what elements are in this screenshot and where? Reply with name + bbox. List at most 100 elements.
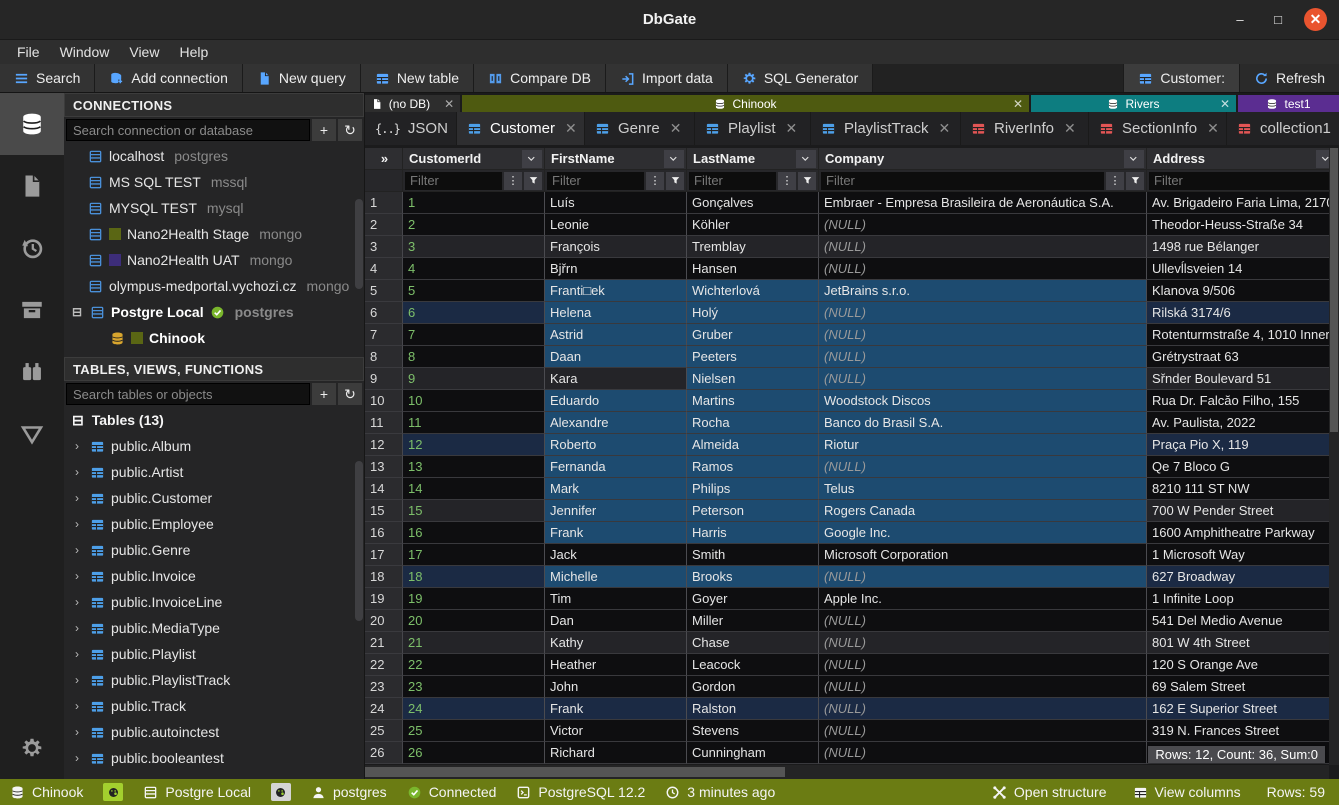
cell-firstname[interactable]: Heather bbox=[545, 654, 687, 676]
cell-firstname[interactable]: Daan bbox=[545, 346, 687, 368]
column-dropdown-button[interactable] bbox=[1124, 150, 1144, 168]
cell-lastname[interactable]: Cunningham bbox=[687, 742, 819, 764]
cell-company[interactable]: (NULL) bbox=[819, 632, 1147, 654]
expand-icon[interactable]: › bbox=[70, 673, 84, 687]
cell-lastname[interactable]: Harris bbox=[687, 522, 819, 544]
widget-plugins-button[interactable] bbox=[0, 341, 64, 403]
close-tab-icon[interactable]: ✕ bbox=[1207, 120, 1219, 137]
cell-customerid[interactable]: 4 bbox=[403, 258, 545, 280]
cell-company[interactable]: (NULL) bbox=[819, 346, 1147, 368]
expand-icon[interactable]: › bbox=[70, 465, 84, 479]
db-group-tab--no-db-[interactable]: (no DB)✕ bbox=[365, 95, 460, 112]
cell-address[interactable]: 319 N. Frances Street bbox=[1147, 720, 1339, 742]
row-number[interactable]: 2 bbox=[365, 214, 403, 236]
palette-icon[interactable] bbox=[271, 783, 291, 801]
row-number[interactable]: 15 bbox=[365, 500, 403, 522]
cell-address[interactable]: 1 Microsoft Way bbox=[1147, 544, 1339, 566]
cell-address[interactable]: 69 Salem Street bbox=[1147, 676, 1339, 698]
cell-company[interactable]: (NULL) bbox=[819, 654, 1147, 676]
cell-company[interactable]: Microsoft Corporation bbox=[819, 544, 1147, 566]
cell-lastname[interactable]: Chase bbox=[687, 632, 819, 654]
cell-address[interactable]: 1 Infinite Loop bbox=[1147, 588, 1339, 610]
cell-address[interactable]: 1498 rue Bélanger bbox=[1147, 236, 1339, 258]
cell-address[interactable]: 1600 Amphitheatre Parkway bbox=[1147, 522, 1339, 544]
cell-customerid[interactable]: 23 bbox=[403, 676, 545, 698]
expand-icon[interactable]: › bbox=[70, 751, 84, 765]
row-number[interactable]: 10 bbox=[365, 390, 403, 412]
table-item-public-track[interactable]: ›public.Track bbox=[64, 693, 364, 719]
cell-address[interactable]: Ullevĺlsveien 14 bbox=[1147, 258, 1339, 280]
filter-menu-button[interactable]: ⋮ bbox=[504, 172, 522, 190]
close-group-icon[interactable]: ✕ bbox=[1013, 97, 1023, 111]
cell-customerid[interactable]: 3 bbox=[403, 236, 545, 258]
filter-funnel-button[interactable] bbox=[524, 172, 542, 190]
cell-firstname[interactable]: Michelle bbox=[545, 566, 687, 588]
connections-search-input[interactable] bbox=[66, 119, 310, 141]
cell-firstname[interactable]: Astrid bbox=[545, 324, 687, 346]
expand-icon[interactable]: › bbox=[70, 647, 84, 661]
widget-database-button[interactable] bbox=[0, 93, 64, 155]
cell-firstname[interactable]: Jennifer bbox=[545, 500, 687, 522]
cell-firstname[interactable]: Eduardo bbox=[545, 390, 687, 412]
db-group-tab-rivers[interactable]: Rivers✕ bbox=[1031, 95, 1236, 112]
cell-company[interactable]: Telus bbox=[819, 478, 1147, 500]
cell-firstname[interactable]: Franti□ek bbox=[545, 280, 687, 302]
settings-button[interactable] bbox=[0, 717, 64, 779]
row-number[interactable]: 12 bbox=[365, 434, 403, 456]
cell-address[interactable]: Rotenturmstraße 4, 1010 Innere Stadt bbox=[1147, 324, 1339, 346]
row-number[interactable]: 11 bbox=[365, 412, 403, 434]
cell-company[interactable]: (NULL) bbox=[819, 720, 1147, 742]
cell-address[interactable]: Qe 7 Bloco G bbox=[1147, 456, 1339, 478]
cell-lastname[interactable]: Hansen bbox=[687, 258, 819, 280]
close-tab-icon[interactable]: ✕ bbox=[1064, 120, 1076, 137]
vertical-scrollbar-thumb[interactable] bbox=[1330, 148, 1338, 432]
cell-customerid[interactable]: 22 bbox=[403, 654, 545, 676]
cell-firstname[interactable]: Fernanda bbox=[545, 456, 687, 478]
cell-customerid[interactable]: 16 bbox=[403, 522, 545, 544]
row-number[interactable]: 8 bbox=[365, 346, 403, 368]
collapse-icon[interactable]: ⊟ bbox=[70, 305, 84, 319]
row-number[interactable]: 24 bbox=[365, 698, 403, 720]
cell-company[interactable]: Rogers Canada bbox=[819, 500, 1147, 522]
cell-address[interactable]: 8210 111 ST NW bbox=[1147, 478, 1339, 500]
connection-item-localhost[interactable]: localhostpostgres bbox=[64, 143, 364, 169]
table-item-public-playlisttrack[interactable]: ›public.PlaylistTrack bbox=[64, 667, 364, 693]
toolbar-import-data-button[interactable]: Import data bbox=[606, 64, 728, 92]
row-number[interactable]: 14 bbox=[365, 478, 403, 500]
add-table-icon-button[interactable]: + bbox=[312, 383, 336, 405]
status-open-structure[interactable]: Open structure bbox=[992, 784, 1107, 800]
cell-address[interactable]: Av. Brigadeiro Faria Lima, 2170 bbox=[1147, 192, 1339, 214]
cell-firstname[interactable]: Frank bbox=[545, 522, 687, 544]
row-number[interactable]: 25 bbox=[365, 720, 403, 742]
filter-input-address[interactable] bbox=[1149, 172, 1336, 190]
cell-firstname[interactable]: Mark bbox=[545, 478, 687, 500]
connection-item-ms-sql-test[interactable]: MS SQL TESTmssql bbox=[64, 169, 364, 195]
widget-files-button[interactable] bbox=[0, 155, 64, 217]
table-item-public-booleantest[interactable]: ›public.booleantest bbox=[64, 745, 364, 771]
cell-address[interactable]: 120 S Orange Ave bbox=[1147, 654, 1339, 676]
cell-firstname[interactable]: Alexandre bbox=[545, 412, 687, 434]
cell-firstname[interactable]: Kathy bbox=[545, 632, 687, 654]
cell-customerid[interactable]: 9 bbox=[403, 368, 545, 390]
cell-lastname[interactable]: Tremblay bbox=[687, 236, 819, 258]
cell-company[interactable]: Google Inc. bbox=[819, 522, 1147, 544]
cell-company[interactable]: Banco do Brasil S.A. bbox=[819, 412, 1147, 434]
filter-input-lastname[interactable] bbox=[689, 172, 776, 190]
cell-customerid[interactable]: 21 bbox=[403, 632, 545, 654]
expand-icon[interactable]: › bbox=[70, 491, 84, 505]
cell-address[interactable]: 700 W Pender Street bbox=[1147, 500, 1339, 522]
column-dropdown-button[interactable] bbox=[796, 150, 816, 168]
cell-lastname[interactable]: Gonçalves bbox=[687, 192, 819, 214]
expand-icon[interactable]: › bbox=[70, 439, 84, 453]
cell-address[interactable]: Av. Paulista, 2022 bbox=[1147, 412, 1339, 434]
close-group-icon[interactable]: ✕ bbox=[1220, 97, 1230, 111]
connection-item-nano2health-uat[interactable]: Nano2Health UATmongo bbox=[64, 247, 364, 273]
connection-item-chinook[interactable]: Chinook bbox=[64, 325, 364, 351]
column-header-address[interactable]: Address bbox=[1147, 148, 1339, 170]
row-number[interactable]: 13 bbox=[365, 456, 403, 478]
cell-firstname[interactable]: Tim bbox=[545, 588, 687, 610]
row-number[interactable]: 17 bbox=[365, 544, 403, 566]
table-item-public-genre[interactable]: ›public.Genre bbox=[64, 537, 364, 563]
filter-funnel-button[interactable] bbox=[1126, 172, 1144, 190]
cell-company[interactable]: (NULL) bbox=[819, 698, 1147, 720]
